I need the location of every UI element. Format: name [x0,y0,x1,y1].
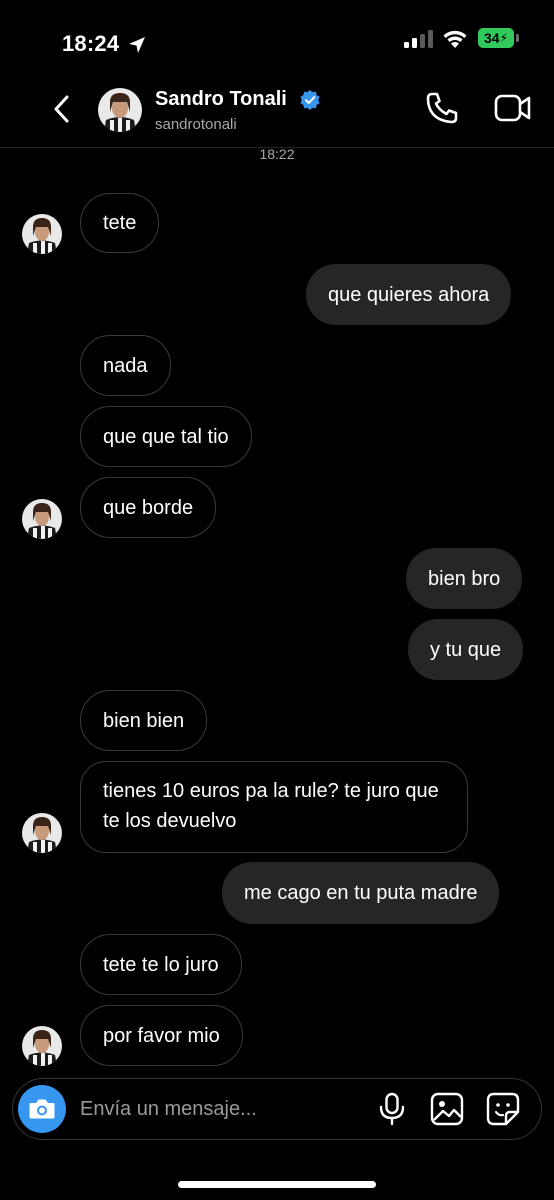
avatar[interactable] [98,88,142,132]
contact-name[interactable]: Sandro Tonali [155,88,287,111]
message-text: que quieres ahora [328,283,490,306]
message-text: bien bien [103,709,185,732]
message-text: tienes 10 euros pa la rule? te juro que … [103,780,439,832]
message-bubble-outgoing[interactable]: bien bro [406,548,523,609]
message-text: por favor mio [103,1024,220,1047]
cellular-signal-icon [404,30,433,48]
message-bubble-incoming[interactable]: tienes 10 euros pa la rule? te juro que … [80,761,468,853]
message-text: me cago en tu puta madre [244,882,478,904]
home-indicator[interactable] [178,1181,376,1188]
message-text: tete te lo juro [103,953,219,976]
message-bubble-incoming[interactable]: que borde [80,477,217,538]
battery-nub [516,34,519,42]
avatar[interactable] [22,1026,62,1066]
contact-username[interactable]: sandrotonali [155,116,237,133]
message-text: tete [103,212,137,234]
message-bubble-incoming[interactable]: por favor mio [80,1005,243,1066]
message-text: y tu que [430,638,502,661]
status-time: 18:24 [62,31,120,56]
charging-bolt-icon: ⚡ [499,31,508,45]
message-bubble-outgoing[interactable]: me cago en tu puta madre [222,862,500,924]
message-input[interactable] [80,1094,370,1124]
battery-indicator: 34 ⚡ [478,28,514,48]
message-bubble-outgoing[interactable]: que quieres ahora [306,264,512,325]
chat-timestamp: 18:22 [259,146,295,162]
message-bubble-incoming[interactable]: nada [80,335,171,396]
message-bubble-incoming[interactable]: tete [80,193,160,253]
back-chevron-icon[interactable] [50,94,74,124]
message-bubble-incoming[interactable]: tete te lo juro [80,934,242,995]
avatar[interactable] [22,214,62,254]
gallery-icon[interactable] [430,1092,464,1126]
wifi-icon [443,30,467,48]
video-camera-icon[interactable] [494,92,532,124]
message-text: que que tal tio [103,425,229,448]
microphone-icon[interactable] [378,1092,406,1126]
avatar[interactable] [22,813,62,853]
location-arrow-icon [129,37,145,53]
message-text: que borde [103,496,194,519]
avatar[interactable] [22,499,62,539]
message-bubble-incoming[interactable]: bien bien [80,690,208,751]
battery-level: 34 [483,30,500,46]
message-text: bien bro [428,567,501,590]
message-bubble-incoming[interactable]: que que tal tio [80,406,252,467]
phone-icon[interactable] [424,90,460,126]
verified-badge-icon [300,90,320,110]
sticker-icon[interactable] [486,1092,520,1126]
message-text: nada [103,354,148,377]
camera-button[interactable] [18,1085,66,1133]
message-bubble-outgoing[interactable]: y tu que [408,619,524,680]
camera-icon [29,1099,55,1119]
